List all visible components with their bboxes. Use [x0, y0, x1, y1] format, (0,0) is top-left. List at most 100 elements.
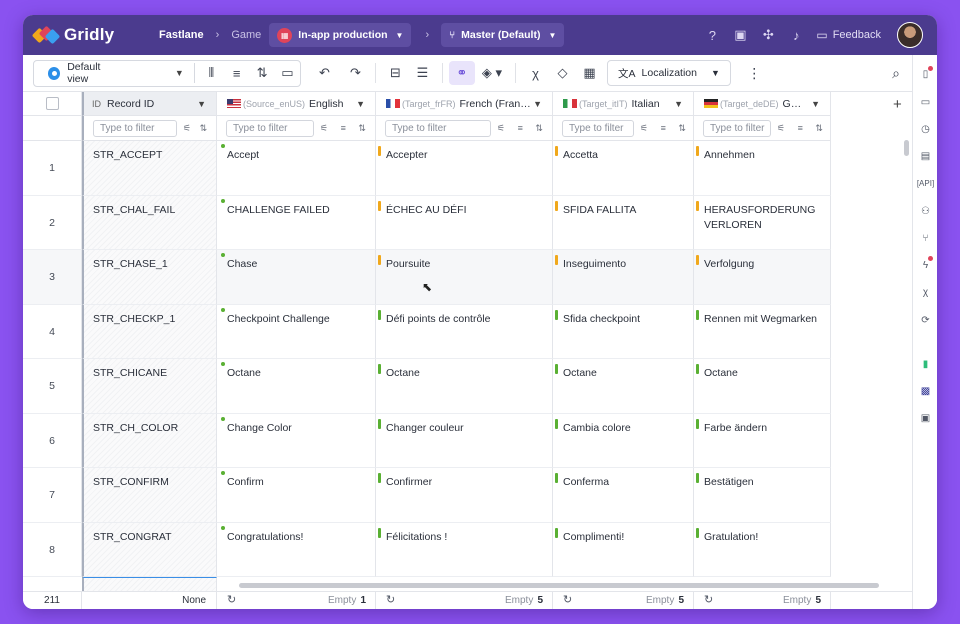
undo-icon[interactable]: ↶ — [311, 65, 338, 81]
translation-cell-fr[interactable]: ÉCHEC AU DÉFI — [376, 195, 553, 250]
translation-cell-en[interactable]: Change Color — [217, 413, 376, 468]
record-id-cell[interactable]: STR_ACCEPT — [82, 141, 217, 196]
column-header-italian[interactable]: (Target_itIT) Italian ▼ — [553, 92, 694, 116]
tag-icon[interactable]: ◇ — [549, 65, 576, 81]
filter-options-icon[interactable]: ⚟ ≡ ⇅ — [640, 123, 691, 134]
add-column-icon[interactable]: + — [893, 96, 902, 113]
file-icon[interactable]: ▤ — [913, 151, 937, 162]
record-id-cell[interactable]: STR_CONFIRM — [82, 468, 217, 523]
refresh-icon[interactable]: ↻ — [227, 592, 236, 609]
translation-cell-de[interactable]: Verfolgung — [694, 250, 831, 305]
feedback-button[interactable]: ▭ Feedback — [816, 28, 881, 42]
translation-cell-en[interactable]: Octane — [217, 359, 376, 414]
dependency-link-icon[interactable]: ⚭ — [449, 61, 475, 85]
translation-cell-it[interactable]: Accetta — [553, 141, 694, 196]
view-selector[interactable]: Default view ▼ ⦀ ≡ ⇅ ▭ — [33, 59, 301, 87]
translation-cell-de[interactable]: Gratulation! — [694, 522, 831, 577]
api-icon[interactable]: [API] — [913, 179, 937, 188]
refresh-icon[interactable]: ↻ — [386, 592, 395, 609]
translation-cell-de[interactable]: Annehmen — [694, 141, 831, 196]
folder-icon[interactable]: ▭ — [275, 65, 300, 81]
translation-cell-it[interactable]: Octane — [553, 359, 694, 414]
plugin-icon[interactable]: ▩ — [913, 386, 937, 397]
row-height-icon[interactable]: ☰ — [409, 65, 436, 81]
help-icon[interactable]: ? — [698, 28, 726, 43]
select-all-checkbox[interactable] — [46, 97, 59, 110]
record-id-cell[interactable]: STR_CHECKP_1 — [82, 304, 217, 359]
refresh-icon[interactable]: ↻ — [563, 592, 572, 609]
row-number[interactable]: 8 — [23, 522, 82, 577]
horizontal-scrollbar[interactable] — [239, 583, 879, 588]
translation-cell-it[interactable]: Cambia colore — [553, 413, 694, 468]
translation-cell-it[interactable]: Inseguimento — [553, 250, 694, 305]
sort-icon[interactable]: ⇅ — [249, 65, 274, 81]
row-number[interactable]: 5 — [23, 359, 82, 414]
split-columns-icon[interactable]: ⊟ — [382, 65, 409, 81]
integration-icon[interactable]: ▮ — [913, 359, 937, 370]
column-header-french[interactable]: (Target_frFR) French (Fran… ▼ — [376, 92, 553, 116]
translation-cell-fr[interactable]: Félicitations ! — [376, 522, 553, 577]
row-number[interactable]: 2 — [23, 195, 82, 250]
automation-icon[interactable]: ϟ — [913, 260, 937, 271]
comments-icon[interactable]: ▭ — [913, 97, 937, 108]
translation-cell-de[interactable]: Rennen mit Wegmarken — [694, 304, 831, 359]
translation-cell-fr[interactable]: Changer couleur — [376, 413, 553, 468]
fill-color-icon[interactable]: ◈ ▾ — [475, 65, 509, 81]
search-icon[interactable]: ⌕ — [892, 65, 900, 82]
refresh-icon[interactable]: ↻ — [704, 592, 713, 609]
vertical-scrollbar[interactable] — [904, 140, 909, 156]
breadcrumb-folder[interactable]: Game — [231, 29, 261, 41]
filter-input[interactable]: Type to filter — [562, 119, 634, 137]
translation-cell-en[interactable]: Chase — [217, 250, 376, 305]
filter-options-icon[interactable]: ⚟ ≡ ⇅ — [320, 123, 371, 134]
translation-cell-en[interactable]: Congratulations! — [217, 522, 376, 577]
gridly-logo[interactable]: Gridly — [31, 25, 143, 45]
column-header-record-id[interactable]: ID Record ID ▼ — [82, 92, 217, 116]
translation-cell-en[interactable]: CHALLENGE FAILED — [217, 195, 376, 250]
formula-icon[interactable]: χ — [913, 287, 937, 298]
branch-icon[interactable]: ⑂ — [913, 233, 937, 244]
branch-selector[interactable]: ⑂ Master (Default) ▼ — [441, 23, 565, 47]
puzzle-icon[interactable]: ✣ — [754, 27, 782, 43]
project-selector[interactable]: ▦ In-app production ▼ — [269, 23, 412, 47]
filter-options-icon[interactable]: ⚟ ≡ ⇅ — [497, 123, 548, 134]
members-icon[interactable]: ⚇ — [913, 206, 937, 217]
record-id-cell[interactable]: STR_CHICANE — [82, 359, 217, 414]
row-number[interactable]: 4 — [23, 304, 82, 359]
record-id-cell[interactable]: STR_CHAL_FAIL — [82, 195, 217, 250]
archive-icon[interactable]: ▣ — [913, 413, 937, 424]
breadcrumb-company[interactable]: Fastlane — [159, 29, 204, 41]
filter-input[interactable]: Type to filter — [93, 119, 177, 137]
row-number[interactable]: 7 — [23, 468, 82, 523]
translation-cell-it[interactable]: Sfida checkpoint — [553, 304, 694, 359]
table-icon[interactable]: ▦ — [576, 65, 603, 81]
filter-options-icon[interactable]: ⚟ ≡ ⇅ — [777, 123, 828, 134]
translation-cell-fr[interactable]: Poursuite — [376, 250, 553, 305]
filter-input[interactable]: Type to filter — [703, 119, 771, 137]
translation-cell-fr[interactable]: Octane — [376, 359, 553, 414]
filter-input[interactable]: Type to filter — [226, 119, 314, 137]
translation-cell-fr[interactable]: Défi points de contrôle — [376, 304, 553, 359]
translation-cell-en[interactable]: Confirm — [217, 468, 376, 523]
filter-icon[interactable]: ≡ — [224, 66, 249, 81]
record-id-cell[interactable]: STR_CH_COLOR — [82, 413, 217, 468]
row-number[interactable]: 3 — [23, 250, 82, 305]
row-number[interactable]: 6 — [23, 413, 82, 468]
more-icon[interactable]: ⋮ — [741, 65, 768, 82]
translation-cell-de[interactable]: Farbe ändern — [694, 413, 831, 468]
record-history-icon[interactable]: ▯ — [913, 69, 937, 80]
localization-dropdown[interactable]: 文A Localization ▼ — [607, 60, 731, 86]
translation-cell-fr[interactable]: Accepter — [376, 141, 553, 196]
formula-icon[interactable]: χ — [522, 66, 549, 81]
translation-cell-it[interactable]: Complimenti! — [553, 522, 694, 577]
filter-options-icon[interactable]: ⚟ ⇅ — [183, 123, 210, 134]
translation-cell-de[interactable]: HERAUSFORDERUNG VERLOREN — [694, 195, 831, 250]
webhook-icon[interactable]: ⟳ — [913, 315, 937, 326]
redo-icon[interactable]: ↷ — [342, 65, 369, 81]
translation-cell-en[interactable]: Accept — [217, 141, 376, 196]
translation-cell-de[interactable]: Octane — [694, 359, 831, 414]
column-header-german[interactable]: (Target_deDE) G… ▼ — [694, 92, 831, 116]
history-icon[interactable]: ◷ — [913, 124, 937, 135]
record-id-cell[interactable]: STR_CHASE_1 — [82, 250, 217, 305]
translation-cell-de[interactable]: Bestätigen — [694, 468, 831, 523]
